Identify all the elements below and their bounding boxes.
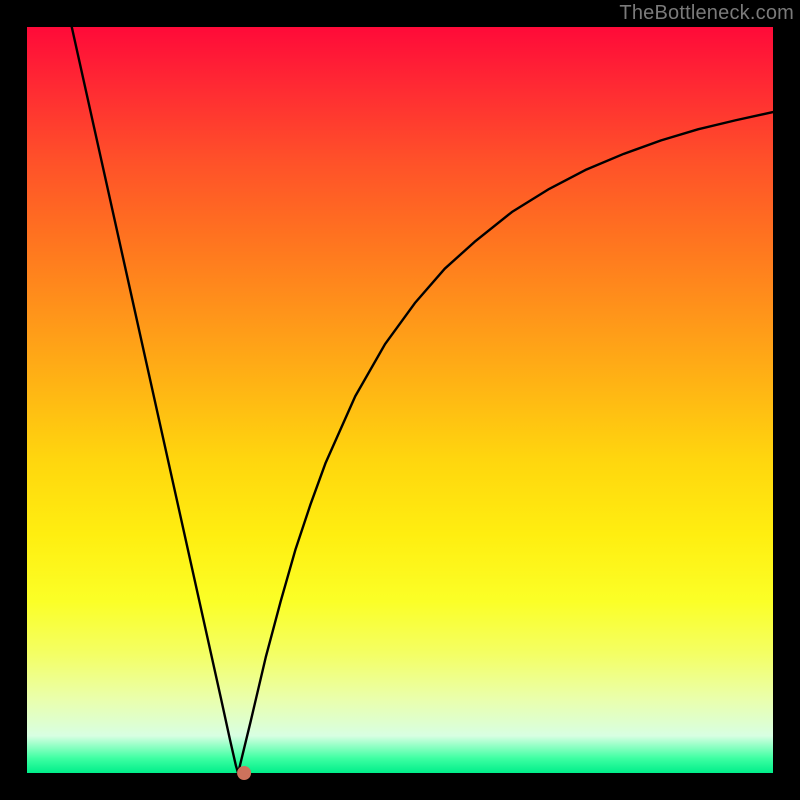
watermark-text: TheBottleneck.com [619,2,794,25]
vertex-dot [237,766,251,780]
curve-layer [27,27,773,773]
chart-frame: TheBottleneck.com [0,0,800,800]
bottleneck-curve [72,27,773,773]
